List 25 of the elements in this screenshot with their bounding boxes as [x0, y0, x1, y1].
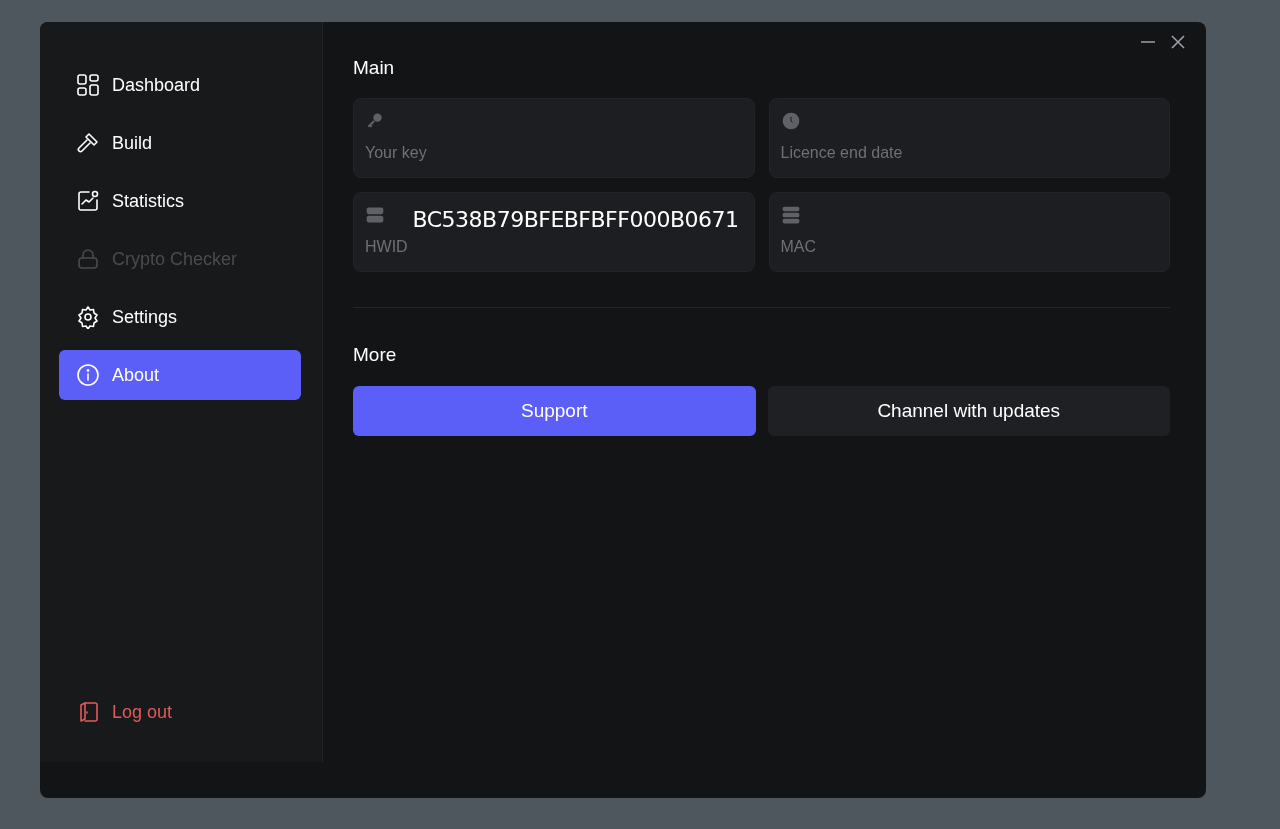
log-out-button[interactable]: Log out	[59, 688, 301, 736]
field-value: BC538B79BFEBFBFF000B0671	[412, 206, 739, 234]
support-button[interactable]: Support	[353, 386, 756, 436]
server-icon	[780, 205, 801, 225]
field-label: MAC	[780, 237, 818, 257]
sidebar-item[interactable]: Dashboard	[59, 60, 301, 110]
field-label: Licence end date	[780, 143, 904, 163]
field-label: HWID	[365, 237, 409, 257]
hammer-icon	[76, 131, 100, 155]
chart-icon	[76, 189, 100, 213]
section-title: Main	[353, 56, 396, 80]
server-icon	[365, 205, 385, 225]
dashboard-icon	[76, 73, 100, 97]
sidebar-item[interactable]: Statistics	[59, 176, 301, 226]
sidebar-item[interactable]: Build	[59, 118, 301, 168]
section-title: More	[353, 343, 398, 367]
lock-icon	[76, 247, 100, 271]
close-icon[interactable]	[1170, 34, 1186, 50]
sidebar-item[interactable]: About	[59, 350, 301, 400]
field-label: Your key	[365, 143, 428, 163]
channel-button[interactable]: Channel with updates	[767, 386, 1170, 436]
info-icon	[76, 363, 100, 387]
gear-icon	[76, 305, 100, 329]
sidebar-item[interactable]: Settings	[59, 292, 301, 342]
clock-icon	[780, 111, 801, 131]
